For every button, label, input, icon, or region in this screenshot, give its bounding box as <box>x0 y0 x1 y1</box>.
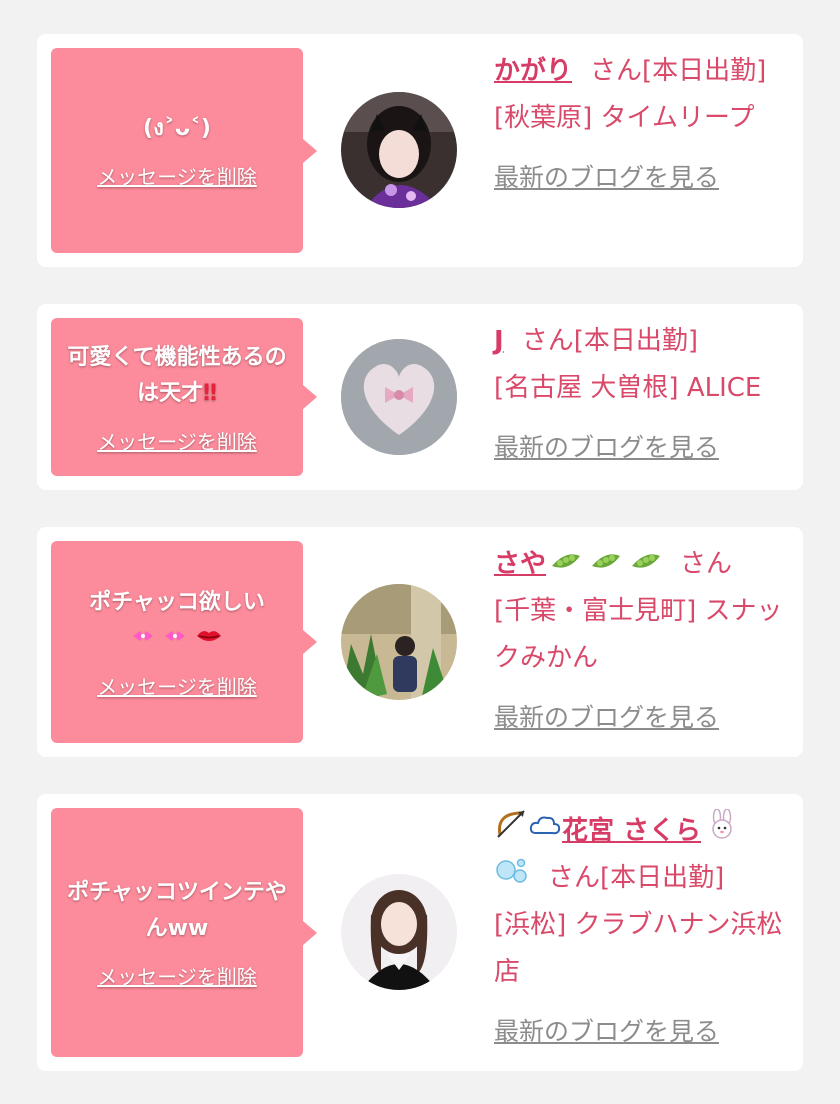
shop-name: [千葉・富士見町] スナックみかん <box>494 596 783 673</box>
ribbon-sparkle-icon <box>131 621 155 657</box>
message-text: (ง˃ᴗ˂) <box>143 116 211 141</box>
lips-icon <box>195 621 223 657</box>
latest-blog-link[interactable]: 最新のブログを見る <box>494 694 719 741</box>
bow-and-arrow-icon <box>494 808 528 855</box>
cast-name-link[interactable]: かがり <box>494 56 572 86</box>
cast-name-link[interactable]: J <box>494 326 504 356</box>
delete-message-link[interactable]: メッセージを削除 <box>97 161 257 190</box>
message-bubble: 可愛くて機能性あるのは天才‼ メッセージを削除 <box>51 318 317 476</box>
message-card: ポチャッコツインテやんww メッセージを削除 花宮 さくらさん[本日出勤] [浜… <box>37 794 803 1071</box>
message-text: ポチャッコ欲しい <box>89 585 265 657</box>
cast-name-text: さや <box>494 549 547 579</box>
message-body: ポチャッコ欲しい <box>89 589 265 615</box>
cast-status: さん[本日出勤] <box>590 56 767 86</box>
ribbon-sparkle-icon <box>163 621 187 657</box>
message-card: ポチャッコ欲しい メッセージを削除 さや さん [千葉・富士見町] スナックみかん… <box>37 527 803 757</box>
cast-status: さん[本日出勤] <box>548 863 725 893</box>
delete-message-link[interactable]: メッセージを削除 <box>97 671 257 700</box>
avatar[interactable] <box>341 874 457 990</box>
cast-info: 花宮 さくらさん[本日出勤] [浜松] クラブハナン浜松店 最新のブログを見る <box>494 808 790 1056</box>
shop-name: [秋葉原] タイムリープ <box>494 103 755 133</box>
cast-status: さん <box>680 549 733 579</box>
latest-blog-link[interactable]: 最新のブログを見る <box>494 424 719 471</box>
bubbles-icon <box>494 855 530 902</box>
peapod-icon <box>550 541 582 588</box>
cast-info: かがり さん[本日出勤] [秋葉原] タイムリープ 最新のブログを見る <box>494 48 790 202</box>
message-emoji-row <box>89 621 265 657</box>
avatar[interactable] <box>341 584 457 700</box>
message-card: 可愛くて機能性あるのは天才‼ メッセージを削除 J さん[本日出勤] [名古屋 大… <box>37 304 803 490</box>
cast-status: さん[本日出勤] <box>521 326 698 356</box>
cast-name-text: 花宮 さくら <box>562 816 702 846</box>
peapod-icon <box>590 541 622 588</box>
latest-blog-link[interactable]: 最新のブログを見る <box>494 1008 719 1055</box>
latest-blog-link[interactable]: 最新のブログを見る <box>494 154 719 201</box>
double-exclamation-icon: ‼ <box>203 380 217 406</box>
message-card: (ง˃ᴗ˂) メッセージを削除 かがり さん[本日出勤] [秋葉原] タイムリープ… <box>37 34 803 267</box>
avatar[interactable] <box>341 92 457 208</box>
message-text: ポチャッコツインテやんww <box>67 880 287 941</box>
shop-name: [浜松] クラブハナン浜松店 <box>494 910 783 987</box>
cast-info: J さん[本日出勤] [名古屋 大曽根] ALICE 最新のブログを見る <box>494 318 790 472</box>
delete-message-link[interactable]: メッセージを削除 <box>97 961 257 990</box>
message-bubble: (ง˃ᴗ˂) メッセージを削除 <box>51 48 317 253</box>
message-bubble: ポチャッコツインテやんww メッセージを削除 <box>51 808 317 1057</box>
cast-info: さや さん [千葉・富士見町] スナックみかん 最新のブログを見る <box>494 541 790 742</box>
message-bubble: ポチャッコ欲しい メッセージを削除 <box>51 541 317 743</box>
cloud-icon <box>528 808 562 855</box>
message-body: 可愛くて機能性あるのは天才 <box>67 344 287 406</box>
peapod-icon <box>630 541 662 588</box>
avatar[interactable] <box>341 339 457 455</box>
rabbit-face-icon <box>707 808 737 855</box>
message-text: 可愛くて機能性あるのは天才‼ <box>61 340 293 412</box>
delete-message-link[interactable]: メッセージを削除 <box>97 426 257 455</box>
cast-name-link[interactable]: 花宮 さくら <box>494 808 737 846</box>
cast-name-link[interactable]: さや <box>494 549 662 579</box>
shop-name: [名古屋 大曽根] ALICE <box>494 373 762 403</box>
